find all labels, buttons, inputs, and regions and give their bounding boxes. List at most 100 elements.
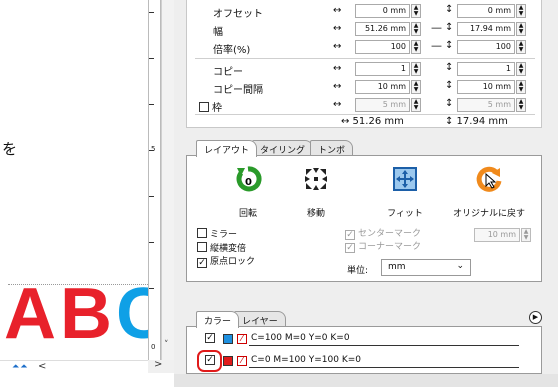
unit-select[interactable]: mm ⌄ xyxy=(381,259,471,276)
width-x-input[interactable]: 51.26 mm xyxy=(355,22,410,36)
origin-lock-option[interactable]: ✓ 原点ロック xyxy=(197,256,255,269)
tab-layer[interactable]: レイヤー xyxy=(234,311,286,327)
mirror-checkbox[interactable] xyxy=(197,228,207,238)
vertical-scale-option[interactable]: 縦横変倍 xyxy=(197,242,255,256)
move-icon xyxy=(305,168,327,190)
copy-gap-row: コピー間隔 ↔ 10 mm ▲ ▼ ↕ 10 mm ▲ ▼ xyxy=(187,78,543,96)
origin-lock-label: 原点ロック xyxy=(210,257,256,267)
restore-tool[interactable]: オリジナルに戻す xyxy=(449,164,529,219)
width-y-spinner[interactable]: ▲ ▼ xyxy=(516,22,526,36)
scroll-down-arrow[interactable]: ˅ xyxy=(164,340,169,350)
tab-color[interactable]: カラー xyxy=(196,311,240,328)
color-row[interactable]: ✓ ⁄ C=0 M=100 Y=100 K=0 xyxy=(195,353,535,369)
mark-size-input[interactable]: 10 mm xyxy=(474,228,520,242)
copy-gap-x-input[interactable]: 10 mm xyxy=(355,80,410,94)
scroll-right-arrow[interactable]: > xyxy=(154,359,162,370)
mirror-label: ミラー xyxy=(210,230,238,240)
horizontal-arrow-icon: ↔ xyxy=(333,23,342,34)
offset-x-input[interactable]: 0 mm xyxy=(355,4,410,18)
center-mark-label: センターマーク xyxy=(358,229,422,239)
logo-letter-b: B xyxy=(60,278,116,350)
vertical-scale-label: 縦横変倍 xyxy=(210,244,247,254)
mark-options: ✓ センターマーク ✓ コーナーマーク xyxy=(345,228,421,254)
color-visible-checkbox[interactable]: ✓ xyxy=(205,333,215,343)
horizontal-arrow-icon: ↔ xyxy=(333,5,342,16)
horizontal-arrow-icon: ↔ xyxy=(333,99,342,110)
mirror-option[interactable]: ミラー xyxy=(197,228,255,242)
center-mark-option[interactable]: ✓ センターマーク xyxy=(345,228,421,241)
copy-x-input[interactable]: 1 xyxy=(355,62,410,76)
scale-label: 倍率(%) xyxy=(213,45,251,56)
drawing-canvas[interactable]: を ABC ⏶⏶ < xyxy=(0,0,168,387)
fit-tool[interactable]: フィット xyxy=(365,164,445,219)
scale-y-spinner[interactable]: ▲ ▼ xyxy=(516,40,526,54)
divider xyxy=(195,58,535,59)
copy-x-spinner[interactable]: ▲ ▼ xyxy=(411,62,421,76)
scale-x-spinner[interactable]: ▲ ▼ xyxy=(411,40,421,54)
restore-label: オリジナルに戻す xyxy=(452,209,525,219)
corner-mark-option[interactable]: ✓ コーナーマーク xyxy=(345,241,421,254)
frame-x-spinner[interactable]: ▲ ▼ xyxy=(411,98,421,112)
width-x-spinner[interactable]: ▲ ▼ xyxy=(411,22,421,36)
no-stroke-icon[interactable]: ⁄ xyxy=(237,334,247,344)
move-label: 移動 xyxy=(306,209,325,219)
corner-mark-checkbox[interactable]: ✓ xyxy=(345,243,355,253)
aspect-link-icon[interactable]: — xyxy=(431,21,442,34)
color-label: C=100 M=0 Y=0 K=0 xyxy=(251,333,350,343)
scroll-left-arrow[interactable]: < xyxy=(38,361,46,372)
frame-y-spinner[interactable]: ▲ ▼ xyxy=(516,98,526,112)
highlight-annotation xyxy=(197,350,222,372)
vertical-ruler: 5 0 xyxy=(148,0,161,360)
color-swatch xyxy=(223,334,233,344)
color-label: C=0 M=100 Y=100 K=0 xyxy=(251,355,362,365)
layout-panel: 0 回転 移動 フィット オリジナルに戻す ミラー 縦横変倍 ✓ 原点ロック ✓… xyxy=(186,155,542,282)
center-mark-checkbox[interactable]: ✓ xyxy=(345,230,355,240)
layout-options: ミラー 縦横変倍 ✓ 原点ロック xyxy=(197,228,255,269)
vertical-scrollbar[interactable]: ˅ xyxy=(161,0,174,360)
frame-y-input[interactable]: 5 mm xyxy=(457,98,515,112)
restore-icon xyxy=(476,166,502,192)
no-stroke-icon[interactable]: ⁄ xyxy=(237,356,247,366)
tab-layout[interactable]: レイアウト xyxy=(196,140,258,157)
ruler-number: 0 xyxy=(151,343,156,351)
offset-y-spinner[interactable]: ▲ ▼ xyxy=(516,4,526,18)
copy-y-input[interactable]: 1 xyxy=(457,62,515,76)
copy-label: コピー xyxy=(213,67,243,78)
tab-register-marks[interactable]: トンボ xyxy=(310,140,354,156)
offset-x-spinner[interactable]: ▲ ▼ xyxy=(411,4,421,18)
width-y-input[interactable]: 17.94 mm xyxy=(457,22,515,36)
rotate-icon: 0 xyxy=(236,166,262,192)
corner-mark-label: コーナーマーク xyxy=(358,242,422,252)
origin-lock-checkbox[interactable]: ✓ xyxy=(197,258,207,268)
panel-menu-button[interactable]: ▶ xyxy=(529,311,542,324)
logo-letter-a: A xyxy=(4,278,60,350)
page-nav-icon[interactable]: ⏶⏶ xyxy=(12,362,28,372)
copy-gap-x-spinner[interactable]: ▲ ▼ xyxy=(411,80,421,94)
horizontal-arrow-icon: ↔ xyxy=(333,81,342,92)
svg-text:0: 0 xyxy=(245,177,252,188)
copy-row: コピー ↔ 1 ▲ ▼ ↕ 1 ▲ ▼ xyxy=(187,60,543,78)
frame-checkbox[interactable] xyxy=(199,102,209,112)
width-label: 幅 xyxy=(213,27,223,38)
frame-row: 枠 ↔ 5 mm ▲ ▼ ↕ 5 mm ▲ ▼ xyxy=(187,96,543,114)
color-row[interactable]: ✓ ⁄ C=100 M=0 Y=0 K=0 xyxy=(195,331,535,347)
vertical-arrow-icon: ↕ xyxy=(445,98,454,109)
scale-x-input[interactable]: 100 xyxy=(355,40,410,54)
offset-y-input[interactable]: 0 mm xyxy=(457,4,515,18)
mark-size-spinner[interactable]: ▲ ▼ xyxy=(521,228,531,242)
copy-y-spinner[interactable]: ▲ ▼ xyxy=(516,62,526,76)
canvas-logo-abc[interactable]: ABC xyxy=(4,278,172,350)
move-tool[interactable]: 移動 xyxy=(276,164,356,219)
scale-link-icon[interactable]: — xyxy=(431,39,442,52)
vertical-scale-checkbox[interactable] xyxy=(197,242,207,252)
scroll-corner: > xyxy=(148,359,174,373)
scale-y-input[interactable]: 100 xyxy=(457,40,515,54)
frame-x-input[interactable]: 5 mm xyxy=(355,98,410,112)
total-height: ↕ 17.94 mm xyxy=(445,116,508,127)
copy-gap-y-spinner[interactable]: ▲ ▼ xyxy=(516,80,526,94)
panel-footer xyxy=(174,374,558,387)
horizontal-scrollbar[interactable]: ⏶⏶ < xyxy=(0,360,148,373)
copy-gap-y-input[interactable]: 10 mm xyxy=(457,80,515,94)
tab-tiling[interactable]: タイリング xyxy=(252,140,314,156)
total-width: ↔ 51.26 mm xyxy=(341,116,404,127)
